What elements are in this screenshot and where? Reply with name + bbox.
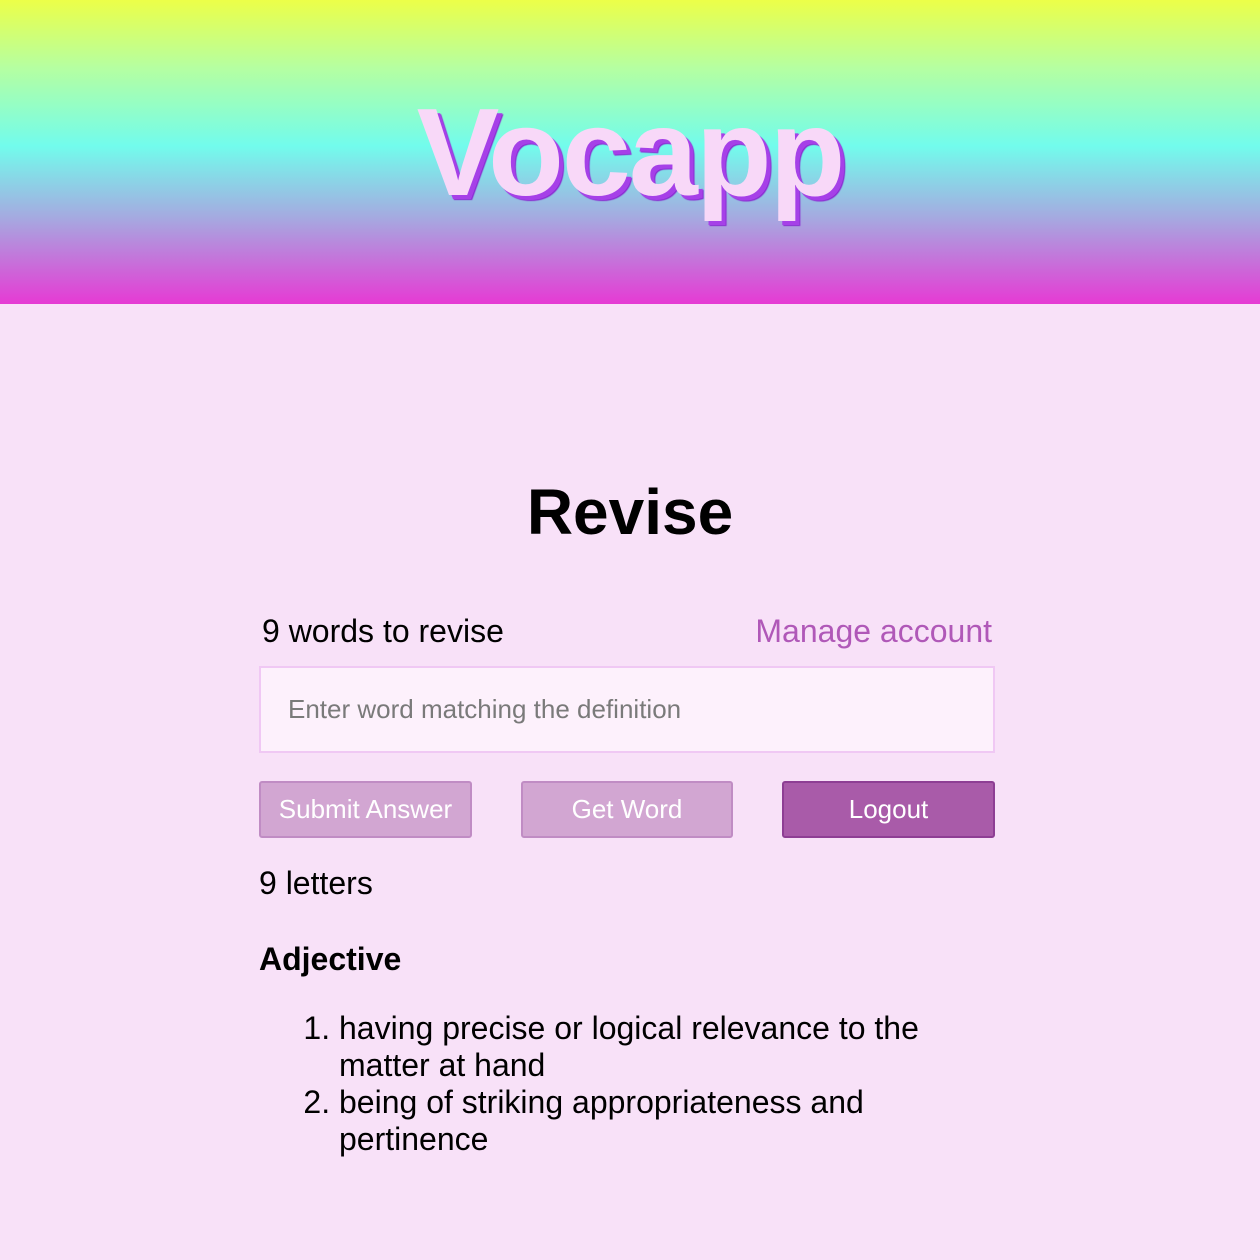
submit-answer-button[interactable]: Submit Answer [259, 781, 472, 838]
logout-button[interactable]: Logout [782, 781, 995, 838]
page-title: Revise [526, 476, 734, 548]
letter-count-hint: 9 letters [259, 865, 373, 901]
revise-panel: 9 words to revise Manage account Submit … [259, 600, 995, 1157]
manage-account-link[interactable]: Manage account [755, 612, 992, 650]
status-row: 9 words to revise Manage account [259, 600, 995, 664]
app-logo: Vocapp [416, 84, 846, 222]
words-to-revise-count: 9 words to revise [262, 613, 504, 649]
definition-item: being of striking appropriateness and pe… [339, 1084, 959, 1158]
part-of-speech: Adjective [259, 941, 402, 977]
header-banner: Vocapp [0, 0, 1260, 304]
definition-item: having precise or logical relevance to t… [339, 1010, 959, 1084]
definition-list: having precise or logical relevance to t… [259, 1010, 959, 1158]
get-word-button[interactable]: Get Word [521, 781, 733, 838]
answer-input[interactable] [259, 666, 995, 753]
